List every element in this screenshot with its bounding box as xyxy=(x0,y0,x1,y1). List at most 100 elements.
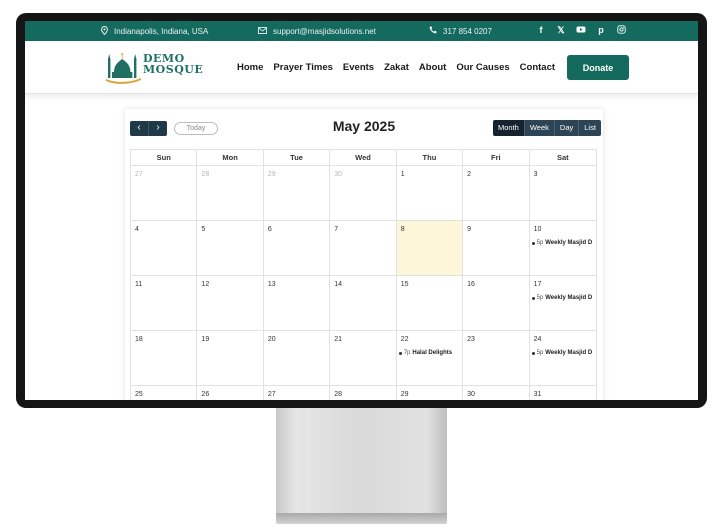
day-number: 29 xyxy=(400,391,409,398)
day-number: 20 xyxy=(267,336,276,343)
calendar-day[interactable]: 13 xyxy=(264,276,331,330)
envelope-icon xyxy=(258,26,267,36)
calendar-day[interactable]: 29 xyxy=(397,386,464,400)
x-twitter-icon[interactable]: 𝕏 xyxy=(556,25,566,36)
map-pin-icon xyxy=(101,26,108,37)
event-dot-icon xyxy=(531,296,535,300)
calendar-day[interactable]: 17 5p Weekly Masjid D xyxy=(530,276,596,330)
day-number: 3 xyxy=(533,171,538,178)
calendar-day[interactable]: 1 xyxy=(397,166,464,220)
day-number: 16 xyxy=(467,281,475,288)
calendar-day[interactable]: 2 xyxy=(463,166,530,220)
calendar-day[interactable]: 10 5p Weekly Masjid D xyxy=(530,221,596,275)
calendar-week-row: 18 19 20 21 22 7p Halal Delights 23 24 5p Weekly M… xyxy=(131,330,596,385)
calendar-day[interactable]: 25 xyxy=(131,386,198,400)
day-number: 31 xyxy=(533,391,542,398)
view-week-button[interactable]: Week xyxy=(524,120,555,136)
nav-events[interactable]: Events xyxy=(343,62,374,73)
calendar-day[interactable]: 9 xyxy=(463,221,530,275)
site-header: DEMO MOSQUE Home Prayer Times Events Zak… xyxy=(25,41,698,94)
calendar-day[interactable]: 7 xyxy=(330,221,397,275)
calendar-week-row: 4 5 6 7 8 9 10 5p Weekly Masjid D xyxy=(131,220,596,275)
event-dot-icon xyxy=(398,351,402,355)
nav-zakat[interactable]: Zakat xyxy=(384,62,409,73)
brand-line-2: MOSQUE xyxy=(143,63,204,76)
youtube-icon[interactable] xyxy=(576,25,586,36)
view-month-button[interactable]: Month xyxy=(493,120,525,136)
view-switcher: Month Week Day List xyxy=(493,120,601,136)
calendar-event[interactable]: 5p Weekly Masjid D xyxy=(531,240,593,246)
view-list-button[interactable]: List xyxy=(579,120,601,136)
weekday-label: Thu xyxy=(397,150,464,165)
calendar-day[interactable]: 28 xyxy=(197,166,264,220)
day-number: 7 xyxy=(334,226,339,233)
calendar-day[interactable]: 29 xyxy=(264,166,331,220)
calendar-day[interactable]: 26 xyxy=(197,386,264,400)
brand-name[interactable]: DEMO MOSQUE xyxy=(143,53,203,75)
day-number: 24 xyxy=(533,336,542,343)
calendar-day[interactable]: 20 xyxy=(264,331,331,385)
calendar-day[interactable]: 24 5p Weekly Masjid D xyxy=(530,331,596,385)
weekday-label: Fri xyxy=(463,150,530,165)
calendar-weeks: 27 28 29 30 1 2 3 4 5 6 7 8 9 10 5p Weekly Masjid D 11 12… xyxy=(130,165,597,400)
nav-home[interactable]: Home xyxy=(237,62,263,73)
weekday-label: Mon xyxy=(197,150,264,165)
calendar-day[interactable]: 12 xyxy=(197,276,264,330)
day-number: 19 xyxy=(201,336,210,343)
calendar-day[interactable]: 21 xyxy=(330,331,397,385)
weekday-label: Sat xyxy=(556,153,569,162)
day-number: 13 xyxy=(267,281,276,288)
calendar-day[interactable]: 27 xyxy=(264,386,331,400)
calendar-day[interactable]: 4 xyxy=(131,221,198,275)
nav-contact[interactable]: Contact xyxy=(520,62,555,73)
calendar-day[interactable]: 19 xyxy=(197,331,264,385)
calendar-day[interactable]: 14 xyxy=(330,276,397,330)
calendar-day[interactable]: 27 xyxy=(131,166,198,220)
event-title: Weekly Masjid D xyxy=(545,240,593,246)
calendar-event[interactable]: 5p Weekly Masjid D xyxy=(531,295,593,301)
calendar-day[interactable]: 31 xyxy=(530,386,596,400)
day-number: 27 xyxy=(267,391,276,398)
top-bar: Indianapolis, Indiana, USA support@masji… xyxy=(25,21,698,41)
facebook-icon[interactable]: f xyxy=(536,25,546,36)
nav-our-causes[interactable]: Our Causes xyxy=(456,62,509,73)
nav-about[interactable]: About xyxy=(419,62,446,73)
day-number: 1 xyxy=(400,171,405,178)
calendar-day[interactable]: 6 xyxy=(264,221,331,275)
day-number: 23 xyxy=(467,336,475,343)
calendar-day[interactable]: 23 xyxy=(463,331,530,385)
phone-icon xyxy=(429,26,437,36)
calendar-day[interactable]: 11 xyxy=(131,276,198,330)
calendar-day[interactable]: 15 xyxy=(397,276,464,330)
phone-info[interactable]: 317 854 0207 xyxy=(429,26,492,36)
email-info[interactable]: support@masjidsolutions.net xyxy=(258,26,376,36)
calendar-week-row: 11 12 13 14 15 16 17 5p Weekly Masjid D xyxy=(131,275,596,330)
calendar-day[interactable]: 22 7p Halal Delights xyxy=(397,331,464,385)
view-day-button[interactable]: Day xyxy=(554,120,580,136)
event-title: Weekly Masjid D xyxy=(545,295,593,301)
calendar-day-today[interactable]: 8 xyxy=(396,221,464,275)
phone-text[interactable]: 317 854 0207 xyxy=(443,27,492,36)
calendar-day[interactable]: 3 xyxy=(530,166,596,220)
donate-button[interactable]: Donate xyxy=(567,55,629,80)
day-number: 21 xyxy=(334,336,343,343)
calendar-event[interactable]: 7p Halal Delights xyxy=(398,350,452,356)
event-time: 5p xyxy=(536,295,544,301)
nav-prayer-times[interactable]: Prayer Times xyxy=(273,62,333,73)
event-title: Weekly Masjid D xyxy=(545,350,593,356)
calendar-day[interactable]: 16 xyxy=(463,276,530,330)
calendar-day[interactable]: 30 xyxy=(463,386,530,400)
calendar-day[interactable]: 30 xyxy=(330,166,397,220)
location-info: Indianapolis, Indiana, USA xyxy=(101,26,208,37)
weekday-header: Sun Mon Tue Wed Thu Fri Sat xyxy=(130,149,597,165)
instagram-icon[interactable] xyxy=(616,25,626,36)
calendar-day[interactable]: 28 xyxy=(330,386,397,400)
email-text[interactable]: support@masjidsolutions.net xyxy=(273,27,376,36)
calendar-event[interactable]: 5p Weekly Masjid D xyxy=(531,350,593,356)
pinterest-icon[interactable]: p xyxy=(596,25,606,36)
calendar-week-row: 25 26 27 28 29 30 31 xyxy=(131,385,596,400)
main-nav: Home Prayer Times Events Zakat About Our… xyxy=(237,62,565,73)
day-number: 30 xyxy=(334,171,343,178)
calendar-day[interactable]: 18 xyxy=(131,331,198,385)
calendar-day[interactable]: 5 xyxy=(197,221,264,275)
